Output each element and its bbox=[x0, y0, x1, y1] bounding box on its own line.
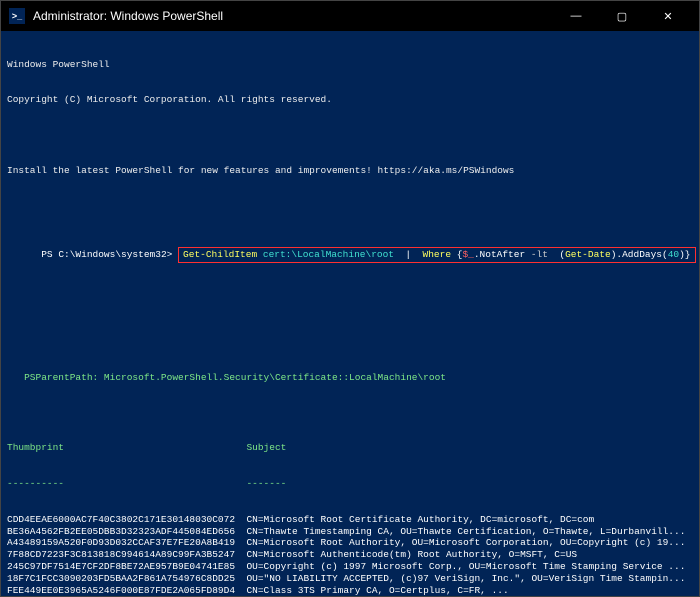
certificate-row: BE36A4562FB2EE05DBB3D32323ADF445084ED656… bbox=[7, 526, 693, 538]
operator-lt: -lt bbox=[531, 249, 548, 260]
terminal-content[interactable]: Windows PowerShell Copyright (C) Microso… bbox=[1, 31, 699, 596]
prop-notafter: .NotAfter bbox=[474, 249, 531, 260]
cmdlet-where: Where bbox=[423, 249, 452, 260]
cmdlet-getchilditem: Get-ChildItem bbox=[183, 249, 257, 260]
certificate-row: CDD4EEAE6000AC7F40C3802C171E30148030C072… bbox=[7, 514, 693, 526]
banner-line: Windows PowerShell bbox=[7, 59, 693, 71]
brace-close: )} bbox=[679, 249, 690, 260]
certificate-row: A43489159A520F0D93D032CCAF37E7FE20A8B419… bbox=[7, 537, 693, 549]
minimize-button[interactable]: — bbox=[553, 1, 599, 31]
method-adddays: ).AddDays( bbox=[611, 249, 668, 260]
banner-line: Install the latest PowerShell for new fe… bbox=[7, 165, 693, 177]
highlighted-command: Get-ChildItem cert:\LocalMachine\root | … bbox=[178, 247, 695, 263]
certificate-row: FEE449EE0E3965A5246F000E87FDE2A065FD89D4… bbox=[7, 585, 693, 596]
column-headers: Thumbprint Subject bbox=[7, 442, 693, 454]
cert-path-arg: cert:\LocalMachine\root bbox=[257, 249, 405, 260]
banner-line: Copyright (C) Microsoft Corporation. All… bbox=[7, 94, 693, 106]
pipeline-var: $_ bbox=[462, 249, 473, 260]
powershell-icon: >_ bbox=[9, 8, 25, 24]
maximize-button[interactable]: ▢ bbox=[599, 1, 645, 31]
certificate-row: 18F7C1FCC3090203FD5BAA2F861A754976C8DD25… bbox=[7, 573, 693, 585]
col-subject: Subject bbox=[246, 442, 286, 453]
paren-open: ( bbox=[548, 249, 565, 260]
command-prompt: PS C:\Windows\system32> Get-ChildItem ce… bbox=[7, 235, 693, 275]
number-literal: 40 bbox=[668, 249, 679, 260]
close-button[interactable]: ✕ bbox=[645, 1, 691, 31]
cmdlet-getdate: Get-Date bbox=[565, 249, 611, 260]
column-underline: ---------- ------- bbox=[7, 478, 693, 490]
col-thumbprint: Thumbprint bbox=[7, 442, 64, 453]
certificate-row: 245C97DF7514E7CF2DF8BE72AE957B9E04741E85… bbox=[7, 561, 693, 573]
pipe-operator: | bbox=[405, 249, 422, 260]
certificate-row: 7F88CD7223F3C813818C994614A89C99FA3B5247… bbox=[7, 549, 693, 561]
brace-open: { bbox=[451, 249, 462, 260]
window-title: Administrator: Windows PowerShell bbox=[33, 9, 553, 23]
titlebar: >_ Administrator: Windows PowerShell — ▢… bbox=[1, 1, 699, 31]
prompt-prefix: PS C:\Windows\system32> bbox=[41, 249, 172, 260]
psparentpath: PSParentPath: Microsoft.PowerShell.Secur… bbox=[7, 372, 693, 384]
